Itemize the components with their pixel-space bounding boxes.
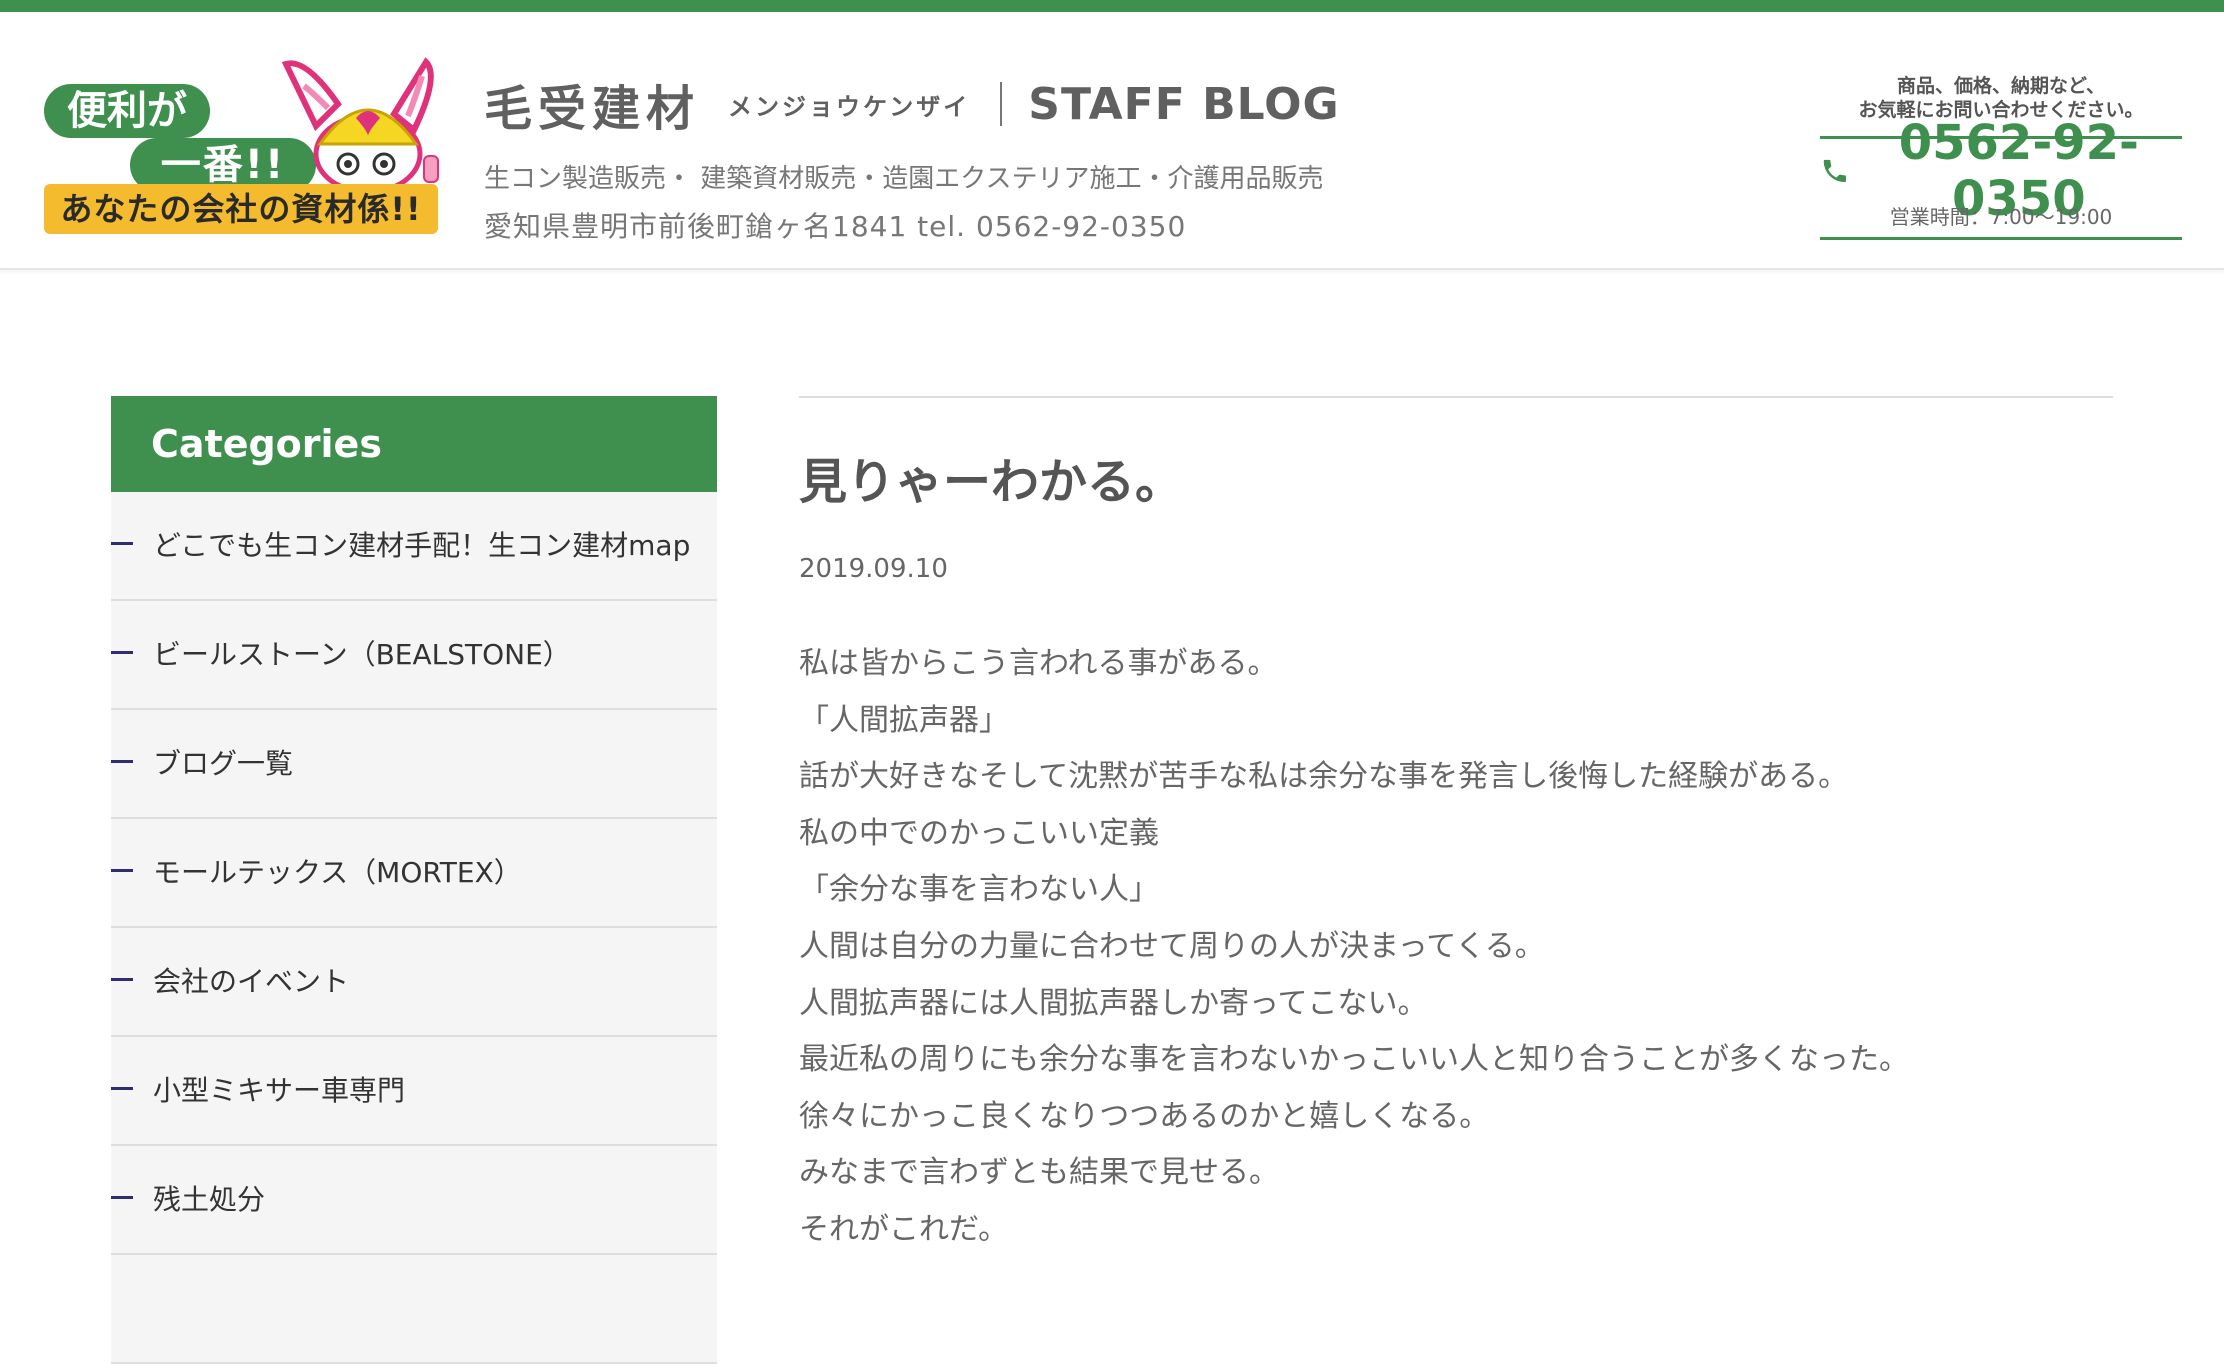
category-item-bealstone[interactable]: ビールストーン（BEALSTONE） [111, 601, 717, 710]
category-list: どこでも生コン建材手配！生コン建材map ビールストーン（BEALSTONE） … [111, 492, 717, 1364]
category-label[interactable]: モールテックス（MORTEX） [153, 851, 522, 891]
body-line: 人間は自分の力量に合わせて周りの人が決まってくる。 [799, 928, 1545, 964]
category-label[interactable]: ビールストーン（BEALSTONE） [153, 633, 571, 673]
logo-line1: 便利が [44, 84, 210, 138]
dash-icon [111, 1196, 133, 1199]
dash-icon [111, 869, 133, 872]
phone-icon [1823, 159, 1846, 183]
category-item-soil[interactable]: 残土処分 [111, 1146, 717, 1255]
body-line: 私は皆からこう言われる事がある。 [799, 646, 1278, 681]
site-logo[interactable]: 便利が 一番!! あなたの会社の資材係!! [44, 56, 444, 236]
category-label[interactable]: どこでも生コン建材手配！生コン建材map [153, 524, 690, 564]
brand-block: 毛受建材 メンジョウケンザイ STAFF BLOG 生コン製造販売・ 建築資材販… [484, 69, 1484, 244]
category-item-mortex[interactable]: モールテックス（MORTEX） [111, 819, 717, 928]
sidebar: Categories どこでも生コン建材手配！生コン建材map ビールストーン（… [111, 396, 717, 1364]
body-line: 「人間拡声器」 [799, 702, 1009, 738]
body-line: それがこれだ。 [799, 1211, 1009, 1247]
article-body: 私は皆からこう言われる事がある。 「人間拡声器」 話が大好きなそして沈黙が苦手な… [799, 636, 2113, 1259]
body-line: みなまで言わずとも結果で見せる。 [799, 1155, 1279, 1191]
category-item-mixer[interactable]: 小型ミキサー車専門 [111, 1037, 717, 1146]
phone-box[interactable]: 0562-92-0350 営業時間：7:00〜19:00 [1820, 115, 2182, 240]
category-label[interactable]: ブログ一覧 [153, 742, 293, 782]
dash-icon [111, 542, 133, 545]
brand-divider [1000, 82, 1003, 126]
dash-icon [111, 1087, 133, 1090]
contact-note-1: 商品、価格、納期など、 [1896, 75, 2106, 97]
categories-heading: Categories [111, 396, 717, 492]
body-line: 話が大好きなそして沈黙が苦手な私は余分な事を発言し後悔した経験がある。 [799, 759, 1849, 795]
top-accent-bar [0, 0, 2224, 12]
body-line: 徐々にかっこ良くなりつつあるのかと嬉しくなる。 [799, 1098, 1490, 1134]
category-item-events[interactable]: 会社のイベント [111, 928, 717, 1037]
blog-title[interactable]: STAFF BLOG [1028, 79, 1339, 130]
article-title: 見りゃーわかる。 [799, 454, 1184, 510]
dash-icon [111, 978, 133, 981]
category-label[interactable]: 残土処分 [153, 1178, 265, 1218]
category-item-blog-list[interactable]: ブログ一覧 [111, 710, 717, 819]
contact-block: 商品、価格、納期など、 お気軽にお問い合わせください。 0562-92-0350… [1820, 74, 2182, 240]
category-item-partial[interactable] [111, 1255, 717, 1364]
rabbit-mascot-icon [281, 57, 439, 194]
dash-icon [111, 760, 133, 763]
article-divider [799, 396, 2113, 398]
logo-banner: あなたの会社の資材係!! [44, 184, 438, 234]
brand-name[interactable]: 毛受建材 [484, 69, 700, 139]
services-text: 生コン製造販売・ 建築資材販売・造園エクステリア施工・介護用品販売 [484, 164, 1324, 194]
site-header: 便利が 一番!! あなたの会社の資材係!! 毛受建材 メンジョウケンザイ STA… [0, 12, 2224, 270]
article: 見りゃーわかる。 2019.09.10 私は皆からこう言われる事がある。 「人間… [799, 396, 2113, 1259]
body-line: 「余分な事を言わない人」 [799, 872, 1159, 908]
brand-kana: メンジョウケンザイ [728, 92, 971, 121]
article-date: 2019.09.10 [799, 554, 948, 584]
body-line: 人間拡声器には人間拡声器しか寄ってこない。 [799, 985, 1428, 1021]
category-item-map[interactable]: どこでも生コン建材手配！生コン建材map [111, 492, 717, 601]
category-label[interactable]: 小型ミキサー車専門 [153, 1069, 405, 1109]
body-line: 私の中でのかっこいい定義 [799, 815, 1159, 851]
category-label[interactable]: 会社のイベント [153, 960, 349, 1000]
body-line: 最近私の周りにも余分な事を言わないかっこいい人と知り合うことが多くなった。 [799, 1042, 1909, 1078]
dash-icon [111, 651, 133, 654]
address-text: 愛知県豊明市前後町鎗ヶ名1841 tel. 0562-92-0350 [484, 210, 1187, 243]
